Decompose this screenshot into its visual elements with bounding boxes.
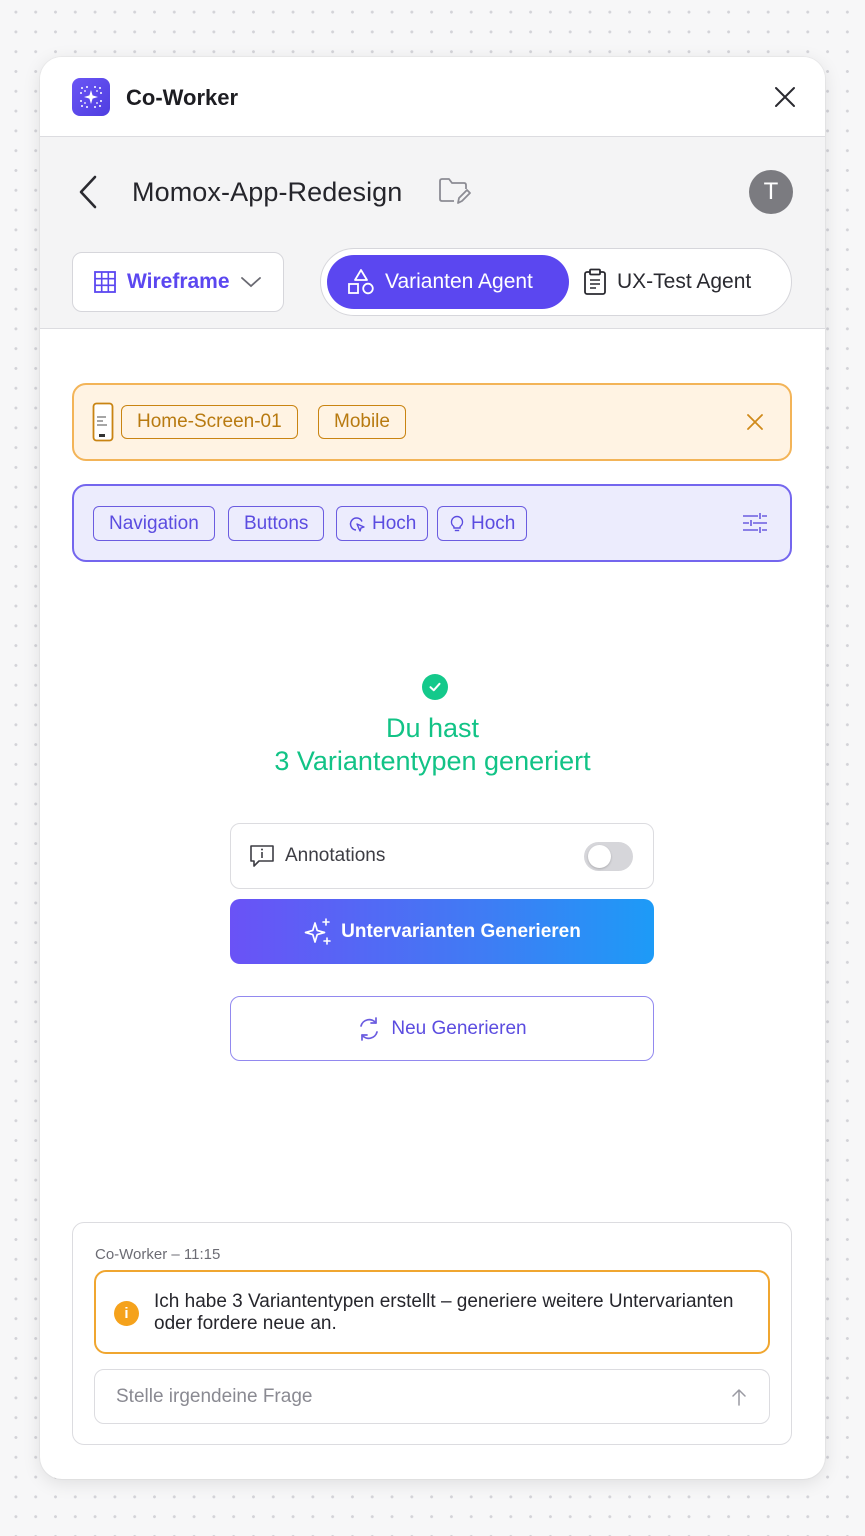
context-close-button[interactable] — [746, 413, 764, 436]
generate-subvariants-label: Untervarianten Generieren — [341, 920, 581, 942]
folder-edit-icon — [439, 178, 471, 204]
mode-label: Wireframe — [127, 270, 230, 293]
sparkles-icon — [304, 917, 331, 945]
tab-ux-test-agent-label: UX-Test Agent — [617, 270, 752, 293]
filter-settings-button[interactable] — [742, 511, 768, 540]
app-title: Co-Worker — [126, 85, 239, 110]
chat-input-field[interactable] — [94, 1369, 770, 1424]
project-title: Momox-App-Redesign — [132, 177, 403, 207]
sliders-icon — [743, 513, 767, 533]
annotation-icon — [250, 845, 274, 867]
filter-chip-label: Buttons — [244, 512, 309, 534]
filter-chip-navigation[interactable]: Navigation — [93, 506, 215, 541]
grid-icon — [94, 271, 116, 293]
agent-switch: Varianten Agent UX-Test Agent — [320, 248, 792, 316]
toggle-knob — [588, 845, 611, 868]
chat-message: i Ich habe 3 Variantentypen erstellt – g… — [94, 1270, 770, 1354]
result-heading-line2: 3 Variantentypen generiert — [274, 746, 591, 776]
filter-chip-label: Hoch — [372, 512, 417, 534]
refresh-icon — [360, 1016, 379, 1041]
mobile-screen-icon — [92, 402, 114, 442]
avatar[interactable]: T — [749, 170, 793, 214]
regenerate-label: Neu Generieren — [391, 1017, 527, 1039]
chat-message-meta: Co-Worker – 11:15 — [95, 1246, 221, 1263]
filter-chip-label: Hoch — [471, 512, 516, 534]
filter-bar: Navigation Buttons Hoch Hoch — [72, 484, 792, 562]
chevron-down-icon — [240, 277, 261, 288]
arrow-up-icon — [732, 1389, 746, 1406]
cursor-icon — [349, 516, 365, 532]
project-header: Momox-App-Redesign T Wireframe Varianten… — [40, 137, 825, 329]
result-heading-line1: Du hast — [385, 713, 480, 743]
filter-chip-label: Navigation — [109, 512, 199, 534]
tab-ux-test-agent[interactable]: UX-Test Agent — [583, 255, 783, 309]
mode-dropdown[interactable]: Wireframe — [72, 252, 284, 312]
context-bar: Home-Screen-01 Mobile — [72, 383, 792, 461]
annotations-toggle[interactable] — [584, 842, 633, 871]
context-chip-device[interactable]: Mobile — [318, 405, 406, 439]
lightbulb-icon — [450, 515, 464, 531]
filter-chip-buttons[interactable]: Buttons — [228, 506, 325, 541]
sparkle-logo-icon — [72, 78, 110, 116]
close-button[interactable] — [771, 83, 799, 111]
annotations-row: Annotations — [230, 823, 654, 889]
success-check-icon — [422, 674, 448, 700]
chat-panel: Co-Worker – 11:15 i Ich habe 3 Varianten… — [72, 1222, 792, 1445]
close-icon — [747, 414, 763, 430]
generate-subvariants-button[interactable]: Untervarianten Generieren — [230, 899, 654, 964]
tab-varianten-agent[interactable]: Varianten Agent — [327, 255, 569, 309]
info-icon: i — [114, 1301, 139, 1326]
regenerate-button[interactable]: Neu Generieren — [230, 996, 654, 1061]
folder-edit-button[interactable] — [438, 175, 472, 209]
context-chip-screen[interactable]: Home-Screen-01 — [121, 405, 298, 439]
coworker-panel: Co-Worker Momox-App-Redesign T Wireframe… — [40, 57, 825, 1479]
chat-input[interactable] — [95, 1370, 715, 1423]
send-button[interactable] — [727, 1385, 751, 1409]
back-button[interactable] — [78, 170, 108, 214]
top-bar: Co-Worker — [40, 57, 825, 137]
chevron-left-icon — [79, 175, 97, 209]
tab-varianten-agent-label: Varianten Agent — [385, 270, 533, 293]
filter-chip-interaction[interactable]: Hoch — [336, 506, 429, 541]
filter-chip-creativity[interactable]: Hoch — [437, 506, 528, 541]
shapes-icon — [348, 269, 374, 295]
chat-message-text: Ich habe 3 Variantentypen erstellt – gen… — [154, 1291, 734, 1334]
close-icon — [775, 87, 795, 107]
annotations-label: Annotations — [285, 845, 386, 866]
clipboard-icon — [584, 268, 606, 295]
